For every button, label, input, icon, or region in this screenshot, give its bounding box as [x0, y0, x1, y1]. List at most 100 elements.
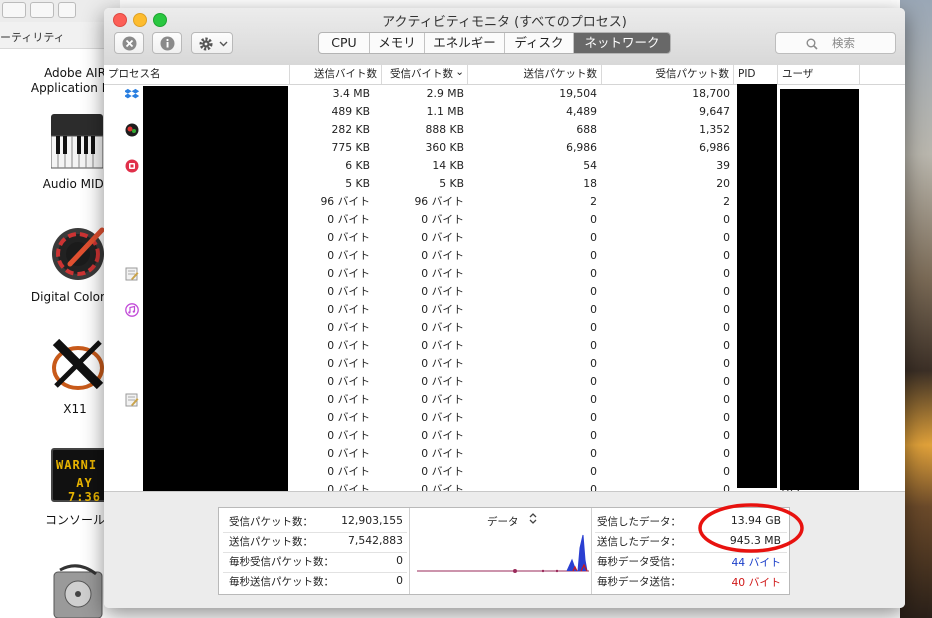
received-packets-cell: 0 — [723, 357, 730, 370]
received-packets-cell: 0 — [723, 303, 730, 316]
sent-bytes-cell: 0 バイト — [327, 393, 370, 406]
script-editor-icon — [125, 267, 139, 281]
sent-bytes-cell: 0 バイト — [327, 321, 370, 334]
search-field[interactable]: 検索 — [775, 32, 896, 54]
column-view-button[interactable] — [30, 2, 54, 18]
packets-in-value: 12,903,155 — [341, 514, 403, 527]
received-packets-cell: 0 — [723, 393, 730, 406]
sent-bytes-cell: 0 バイト — [327, 267, 370, 280]
redacted-pids — [737, 84, 777, 488]
sent-bytes-cell: 0 バイト — [327, 231, 370, 244]
column-sent-packets[interactable]: 送信パケット数 — [468, 65, 602, 84]
info-icon — [160, 36, 175, 51]
tab-energy[interactable]: エネルギー — [425, 33, 505, 53]
red-annotation-circle — [698, 503, 804, 553]
sent-bytes-cell: 5 KB — [345, 177, 370, 190]
received-packets-cell: 0 — [723, 267, 730, 280]
sent-packets-cell: 0 — [590, 483, 597, 491]
cover-flow-button[interactable] — [58, 2, 76, 18]
received-packets-cell: 0 — [723, 429, 730, 442]
tab-memory[interactable]: メモリ — [370, 33, 425, 53]
chevron-down-icon — [219, 41, 228, 47]
column-process-name[interactable]: プロセス名 — [104, 65, 290, 84]
column-pid[interactable]: PID — [734, 65, 778, 84]
packets-in-label: 受信パケット数： — [229, 516, 313, 528]
graph-point-marker — [513, 569, 517, 573]
packets-out-value: 7,542,883 — [348, 534, 403, 547]
received-bytes-cell: 0 バイト — [421, 447, 464, 460]
received-bytes-cell: 0 バイト — [421, 249, 464, 262]
sent-bytes-cell: 0 バイト — [327, 339, 370, 352]
sent-bytes-cell: 0 バイト — [327, 447, 370, 460]
data-in-per-sec-value: 44 バイト — [731, 556, 781, 569]
column-user[interactable]: ユーザ — [778, 65, 860, 84]
view-tabs: CPU メモリ エネルギー ディスク ネットワーク — [318, 32, 671, 54]
redacted-process-names — [143, 86, 288, 500]
red-app-icon — [125, 159, 139, 173]
received-packets-cell: 20 — [716, 177, 730, 190]
received-packets-cell: 6,986 — [699, 141, 730, 154]
received-packets-cell: 0 — [723, 231, 730, 244]
sent-bytes-cell: 6 KB — [345, 159, 370, 172]
title-bar: アクティビティモニタ (すべてのプロセス) CPU メモリ エネルギー ディスク… — [104, 8, 905, 66]
window-title: アクティビティモニタ (すべてのプロセス) — [382, 15, 627, 30]
column-sent-bytes[interactable]: 送信バイト数 — [290, 65, 382, 84]
app-round-icon — [125, 123, 139, 137]
received-bytes-cell: 0 バイト — [421, 411, 464, 424]
data-out-per-sec-value: 40 バイト — [731, 576, 781, 589]
dropbox-icon — [125, 88, 139, 99]
received-bytes-cell: 96 バイト — [414, 195, 464, 208]
disk-utility-icon — [53, 564, 103, 618]
quit-process-button[interactable] — [114, 32, 144, 54]
received-bytes-cell: 1.1 MB — [426, 105, 464, 118]
received-bytes-cell: 0 バイト — [421, 267, 464, 280]
received-bytes-cell: 888 KB — [425, 123, 464, 136]
sent-bytes-cell: 0 バイト — [327, 357, 370, 370]
inspect-process-button[interactable] — [152, 32, 182, 54]
column-received-packets[interactable]: 受信パケット数 — [602, 65, 734, 84]
sent-bytes-cell: 489 KB — [331, 105, 370, 118]
network-activity-graph — [417, 534, 589, 573]
packets-in-per-sec-label: 毎秒受信パケット数： — [229, 556, 334, 568]
piano-keyboard-icon — [51, 114, 103, 169]
graph-point-marker — [555, 569, 559, 573]
received-packets-cell: 0 — [723, 285, 730, 298]
graph-mode-chevron-icon[interactable] — [528, 512, 538, 525]
received-packets-cell: 0 — [723, 465, 730, 478]
list-view-button[interactable] — [2, 2, 26, 18]
received-packets-cell: 0 — [723, 375, 730, 388]
sent-bytes-cell: 775 KB — [331, 141, 370, 154]
sent-packets-cell: 688 — [576, 123, 597, 136]
stop-circle-icon — [122, 36, 137, 51]
sent-packets-cell: 54 — [583, 159, 597, 172]
search-placeholder: 検索 — [832, 36, 855, 50]
tab-network[interactable]: ネットワーク — [574, 33, 670, 53]
sent-bytes-cell: 96 バイト — [320, 195, 370, 208]
graph-mode-label[interactable]: データ — [487, 514, 519, 529]
column-received-bytes[interactable]: 受信バイト数 ⌄ — [382, 65, 468, 84]
itunes-icon — [125, 303, 139, 317]
received-bytes-cell: 0 バイト — [421, 465, 464, 478]
received-bytes-cell: 0 バイト — [421, 375, 464, 388]
received-bytes-cell: 0 バイト — [421, 285, 464, 298]
received-bytes-cell: 0 バイト — [421, 429, 464, 442]
received-bytes-cell: 5 KB — [439, 177, 464, 190]
sent-packets-cell: 0 — [590, 285, 597, 298]
tab-cpu[interactable]: CPU — [319, 33, 370, 53]
color-meter-icon — [52, 227, 105, 280]
packets-out-per-sec-label: 毎秒送信パケット数： — [229, 576, 334, 588]
finder-folder-label: ーティリティ — [0, 31, 65, 44]
x11-icon — [52, 338, 104, 390]
graph-point-marker — [541, 569, 545, 573]
tab-disk[interactable]: ディスク — [505, 33, 574, 53]
action-menu-button[interactable] — [191, 32, 233, 54]
data-sent-label: 送信したデータ： — [597, 536, 681, 548]
received-packets-cell: 0 — [723, 411, 730, 424]
script-editor-icon — [125, 393, 139, 407]
sent-packets-cell: 0 — [590, 213, 597, 226]
sent-bytes-cell: 0 バイト — [327, 375, 370, 388]
received-bytes-cell: 2.9 MB — [426, 87, 464, 100]
received-packets-cell: 0 — [723, 213, 730, 226]
packets-out-per-sec-value: 0 — [396, 574, 403, 587]
packets-in-per-sec-value: 0 — [396, 554, 403, 567]
